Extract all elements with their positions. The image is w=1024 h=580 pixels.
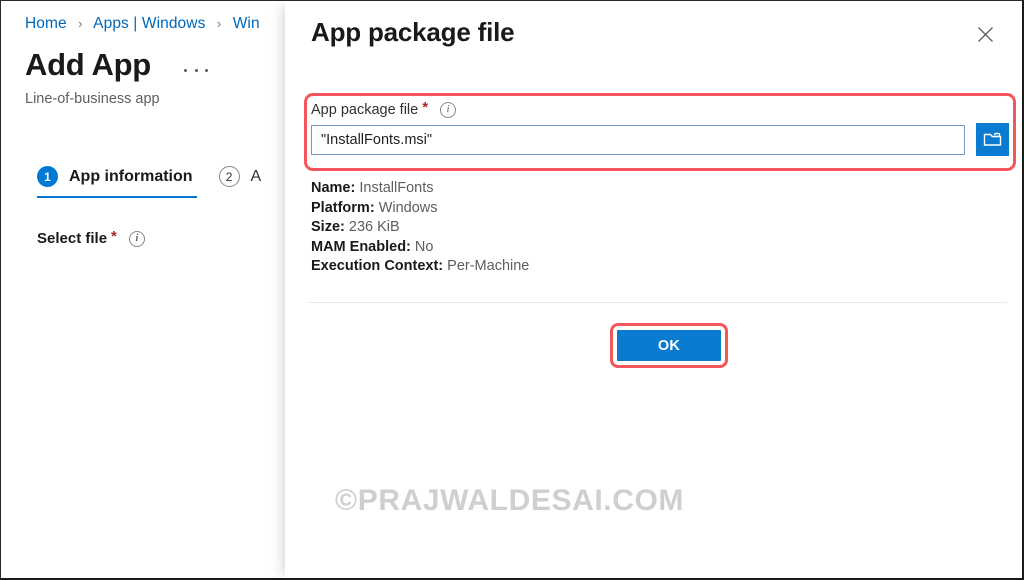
overflow-menu-button[interactable] — [183, 59, 209, 81]
select-file-label-row: Select file * i — [37, 228, 145, 247]
app-package-file-label-row: App package file * i — [311, 99, 457, 118]
wizard-step-two[interactable]: 2 A — [218, 166, 262, 198]
detail-key: Platform: — [311, 199, 375, 216]
breadcrumb-item-home[interactable]: Home — [25, 15, 67, 32]
wizard-step-app-information[interactable]: 1 App information — [37, 166, 197, 198]
breadcrumb-separator-icon: › — [216, 16, 222, 31]
breadcrumb-item-apps-windows[interactable]: Apps | Windows — [93, 15, 205, 32]
breadcrumb-separator-icon: › — [78, 16, 83, 31]
detail-row-name: Name: InstallFonts — [311, 179, 529, 199]
close-icon[interactable] — [969, 18, 1001, 50]
panel-title: App package file — [311, 17, 515, 47]
required-asterisk-icon: * — [111, 228, 117, 245]
detail-value: Windows — [378, 199, 438, 216]
required-asterisk-icon: * — [422, 99, 429, 116]
detail-value: No — [414, 238, 434, 255]
app-package-file-input[interactable] — [311, 125, 965, 155]
info-icon[interactable]: i — [440, 101, 457, 118]
screenshot-root: Home › Apps | Windows › Win Add App Line… — [0, 0, 1024, 580]
package-details: Name: InstallFonts Platform: Windows Siz… — [311, 179, 529, 277]
wizard-steps: 1 App information 2 A — [37, 166, 287, 198]
detail-key: Execution Context: — [311, 258, 444, 275]
detail-value: 236 KiB — [348, 219, 400, 236]
ok-button[interactable]: OK — [617, 330, 721, 361]
detail-row-size: Size: 236 KiB — [311, 218, 529, 238]
page-subtitle: Line-of-business app — [25, 91, 160, 107]
ellipsis-dot-icon — [184, 68, 187, 72]
ellipsis-dot-icon — [194, 68, 198, 72]
app-package-file-label: App package file — [311, 101, 419, 118]
detail-row-platform: Platform: Windows — [311, 199, 529, 219]
breadcrumb: Home › Apps | Windows › Win — [25, 15, 260, 33]
ellipsis-dot-icon — [205, 68, 208, 72]
step-label: A — [250, 167, 262, 185]
detail-value: InstallFonts — [359, 180, 434, 196]
detail-key: Size: — [311, 219, 345, 236]
folder-open-icon[interactable] — [976, 123, 1009, 156]
watermark: ©PRAJWALDESAI.COM — [335, 484, 684, 517]
select-file-label: Select file — [37, 230, 108, 247]
divider — [307, 302, 1007, 303]
detail-key: Name: — [311, 180, 356, 196]
detail-key: MAM Enabled: — [311, 238, 411, 255]
step-number-badge: 2 — [218, 166, 240, 187]
step-label: App information — [69, 167, 193, 185]
breadcrumb-item-windows-truncated[interactable]: Win — [233, 15, 260, 32]
page-title: Add App — [25, 47, 151, 82]
background-page: Home › Apps | Windows › Win Add App Line… — [1, 1, 301, 578]
detail-row-mam-enabled: MAM Enabled: No — [311, 238, 529, 258]
step-number-badge: 1 — [37, 166, 58, 187]
detail-row-execution-context: Execution Context: Per-Machine — [311, 257, 529, 277]
detail-value: Per-Machine — [447, 258, 530, 275]
info-icon[interactable]: i — [128, 230, 145, 247]
app-package-file-panel: App package file App package file * i Na… — [285, 1, 1022, 578]
